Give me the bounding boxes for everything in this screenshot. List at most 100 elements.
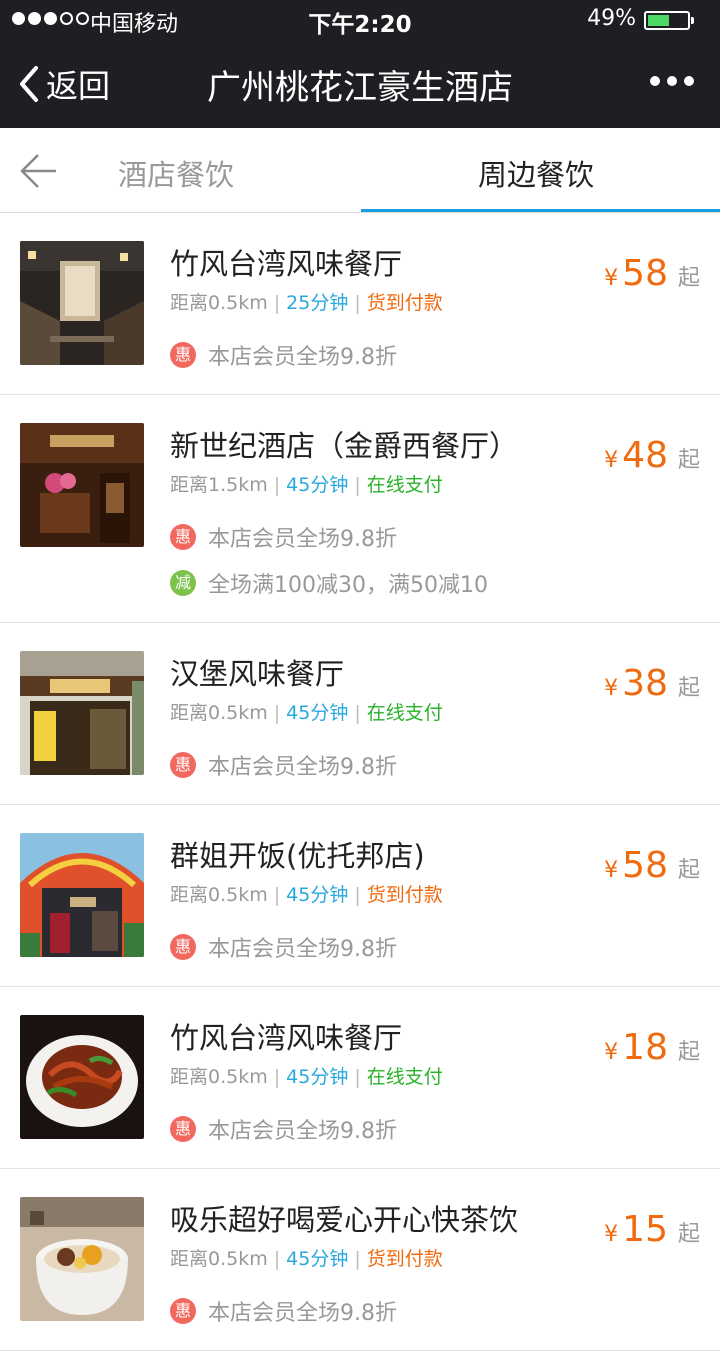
status-bar: 中国移动 下午2:20 49%	[0, 0, 720, 40]
price-amount: 48	[622, 435, 668, 476]
price-amount: 58	[622, 845, 668, 886]
separator: |	[354, 1066, 361, 1088]
currency-symbol: ¥	[604, 858, 619, 883]
restaurant-name: 汉堡风味餐厅	[170, 657, 345, 691]
price-suffix: 起	[677, 676, 700, 701]
delivery-time: 45分钟	[286, 474, 349, 496]
price-amount: 18	[622, 1027, 668, 1068]
restaurant-name: 竹风台湾风味餐厅	[170, 247, 403, 281]
delivery-time: 45分钟	[286, 1248, 349, 1270]
min-price: ¥15 起	[604, 1209, 700, 1250]
price-suffix: 起	[677, 1222, 700, 1247]
separator: |	[273, 884, 281, 906]
delivery-time: 45分钟	[286, 702, 349, 724]
restaurant-name: 吸乐超好喝爱心开心快茶饮	[170, 1203, 519, 1237]
discount-badge: 惠	[170, 934, 196, 960]
more-dots-icon[interactable]	[650, 76, 694, 86]
distance: 距离0.5km	[170, 292, 268, 314]
separator: |	[273, 702, 281, 724]
restaurant-row[interactable]: 吸乐超好喝爱心开心快茶饮 距离0.5km | 45分钟 | 货到付款惠本店会员全场9.8折…	[0, 1169, 720, 1351]
tab-hotel-dining[interactable]: 酒店餐饮	[118, 152, 234, 194]
promo-line: 惠本店会员全场9.8折	[170, 931, 397, 963]
separator: |	[354, 1248, 361, 1270]
promo-text: 本店会员全场9.8折	[208, 527, 397, 552]
promo-line: 惠本店会员全场9.8折	[170, 339, 397, 371]
price-suffix: 起	[677, 1040, 700, 1065]
restaurant-thumbnail	[20, 1197, 144, 1321]
price-amount: 58	[622, 253, 668, 294]
promo-line: 减全场满100减30，满50减10	[170, 567, 488, 599]
restaurant-thumbnail	[20, 833, 144, 957]
min-price: ¥18 起	[604, 1027, 700, 1068]
promo-text: 本店会员全场9.8折	[208, 937, 397, 962]
discount-badge: 惠	[170, 1116, 196, 1142]
discount-badge: 惠	[170, 1298, 196, 1324]
active-tab-indicator	[361, 209, 720, 212]
restaurant-meta: 距离0.5km | 45分钟 | 货到付款	[170, 1244, 443, 1271]
promo-line: 惠本店会员全场9.8折	[170, 749, 397, 781]
delivery-time: 25分钟	[286, 292, 349, 314]
restaurant-row[interactable]: 汉堡风味餐厅距离0.5km | 45分钟 | 在线支付惠本店会员全场9.8折 ¥38 起	[0, 623, 720, 805]
separator: |	[273, 1248, 281, 1270]
discount-badge: 惠	[170, 342, 196, 368]
payment-method: 货到付款	[366, 884, 443, 906]
currency-symbol: ¥	[604, 1222, 619, 1247]
payment-method: 在线支付	[366, 1066, 443, 1088]
separator: |	[273, 474, 281, 496]
restaurant-name: 竹风台湾风味餐厅	[170, 1021, 403, 1055]
tab-nearby-dining[interactable]: 周边餐饮	[478, 152, 594, 194]
restaurant-thumbnail	[20, 651, 144, 775]
page-title: 广州桃花江豪生酒店	[207, 68, 513, 108]
arrow-left-icon[interactable]	[18, 150, 60, 192]
restaurant-row[interactable]: 竹风台湾风味餐厅 距离0.5km | 45分钟 | 在线支付惠本店会员全场9.8折 ¥18 起	[0, 987, 720, 1169]
restaurant-list: 竹风台湾风味餐厅 距离0.5km | 25分钟 | 货到付款惠本店会员全场9.8折 ¥58 起…	[0, 213, 720, 1351]
chevron-left-icon	[20, 66, 38, 102]
reduction-badge: 减	[170, 570, 196, 596]
payment-method: 货到付款	[366, 1248, 443, 1270]
restaurant-row[interactable]: 群姐开饭(优托邦店) 距离0.5km | 45分钟 | 货到付款惠本店会员全场9.8折 ¥5…	[0, 805, 720, 987]
distance: 距离0.5km	[170, 1066, 268, 1088]
min-price: ¥58 起	[604, 253, 700, 294]
promo-line: 惠本店会员全场9.8折	[170, 1295, 397, 1327]
currency-symbol: ¥	[604, 1040, 619, 1065]
promo-text: 本店会员全场9.8折	[208, 345, 397, 370]
separator: |	[273, 1066, 281, 1088]
separator: |	[354, 292, 361, 314]
tab-bar: 酒店餐饮 周边餐饮	[0, 128, 720, 213]
distance: 距离0.5km	[170, 702, 268, 724]
back-button[interactable]: 返回	[18, 62, 110, 106]
promo-line: 惠本店会员全场9.8折	[170, 1113, 397, 1145]
battery-icon	[644, 11, 694, 30]
promo-line: 惠本店会员全场9.8折	[170, 521, 397, 553]
restaurant-meta: 距离0.5km | 45分钟 | 在线支付	[170, 1062, 443, 1089]
restaurant-thumbnail	[20, 1015, 144, 1139]
separator: |	[354, 884, 361, 906]
min-price: ¥38 起	[604, 663, 700, 704]
promo-text: 全场满100减30，满50减10	[208, 573, 488, 598]
currency-symbol: ¥	[604, 676, 619, 701]
separator: |	[273, 292, 281, 314]
promo-text: 本店会员全场9.8折	[208, 1119, 397, 1144]
restaurant-meta: 距离0.5km | 45分钟 | 在线支付	[170, 698, 443, 725]
discount-badge: 惠	[170, 752, 196, 778]
min-price: ¥48 起	[604, 435, 700, 476]
restaurant-thumbnail	[20, 241, 144, 365]
navigation-bar: 返回 广州桃花江豪生酒店	[0, 40, 720, 128]
price-suffix: 起	[677, 266, 700, 291]
discount-badge: 惠	[170, 524, 196, 550]
price-amount: 38	[622, 663, 668, 704]
price-suffix: 起	[677, 448, 700, 473]
restaurant-meta: 距离0.5km | 45分钟 | 货到付款	[170, 880, 443, 907]
promo-text: 本店会员全场9.8折	[208, 1301, 397, 1326]
restaurant-row[interactable]: 新世纪酒店（金爵西餐厅） 距离1.5km | 45分钟 | 在线支付惠本店会员全场9.8折…	[0, 395, 720, 623]
distance: 距离0.5km	[170, 1248, 268, 1270]
back-label: 返回	[46, 67, 111, 105]
restaurant-meta: 距离0.5km | 25分钟 | 货到付款	[170, 288, 443, 315]
restaurant-row[interactable]: 竹风台湾风味餐厅 距离0.5km | 25分钟 | 货到付款惠本店会员全场9.8折 ¥58 起	[0, 213, 720, 395]
restaurant-name: 群姐开饭(优托邦店)	[170, 839, 425, 873]
separator: |	[354, 474, 361, 496]
delivery-time: 45分钟	[286, 1066, 349, 1088]
currency-symbol: ¥	[604, 448, 619, 473]
price-amount: 15	[622, 1209, 668, 1250]
top-bar: 中国移动 下午2:20 49% 返回 广州桃花江豪生酒店	[0, 0, 720, 128]
